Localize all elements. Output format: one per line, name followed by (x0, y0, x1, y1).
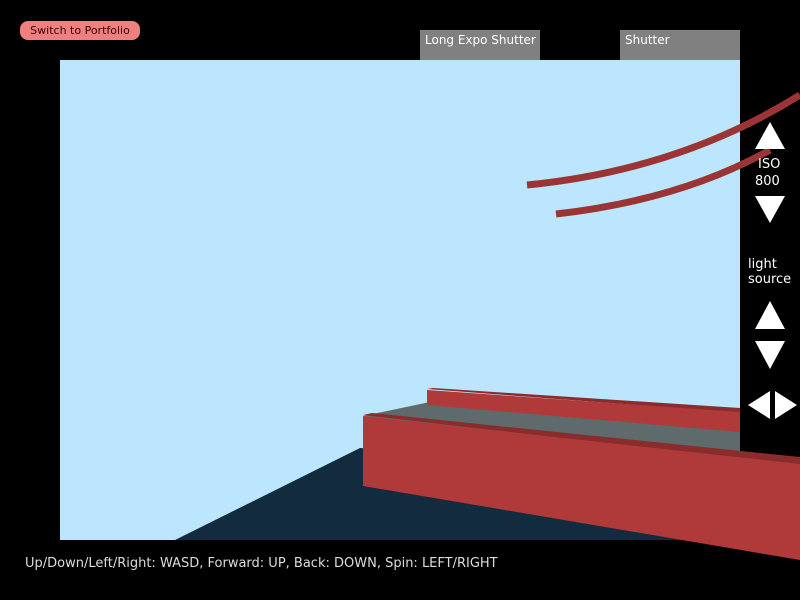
tab-long-expo-shutter[interactable]: Long Expo Shutter (420, 30, 540, 60)
light-source-label-line2: source (748, 272, 792, 287)
iso-label: ISO (758, 157, 781, 172)
triangle-up-icon (755, 122, 785, 149)
switch-to-portfolio-button[interactable]: Switch to Portfolio (20, 21, 140, 40)
tab-shutter[interactable]: Shutter (620, 30, 740, 60)
light-up-button[interactable] (754, 300, 786, 330)
triangle-up-icon (755, 301, 785, 329)
light-left-button[interactable] (747, 390, 771, 420)
light-down-button[interactable] (754, 340, 786, 370)
triangle-right-icon (775, 391, 797, 419)
light-source-label-line1: light (748, 257, 777, 272)
triangle-left-icon (748, 391, 770, 419)
iso-down-button[interactable] (754, 195, 786, 225)
light-right-button[interactable] (774, 390, 798, 420)
iso-up-button[interactable] (754, 120, 786, 150)
scene-viewport (60, 60, 800, 560)
controls-help-text: Up/Down/Left/Right: WASD, Forward: UP, B… (25, 556, 498, 571)
triangle-down-icon (755, 196, 785, 223)
triangle-down-icon (755, 341, 785, 369)
iso-value: 800 (755, 174, 780, 189)
